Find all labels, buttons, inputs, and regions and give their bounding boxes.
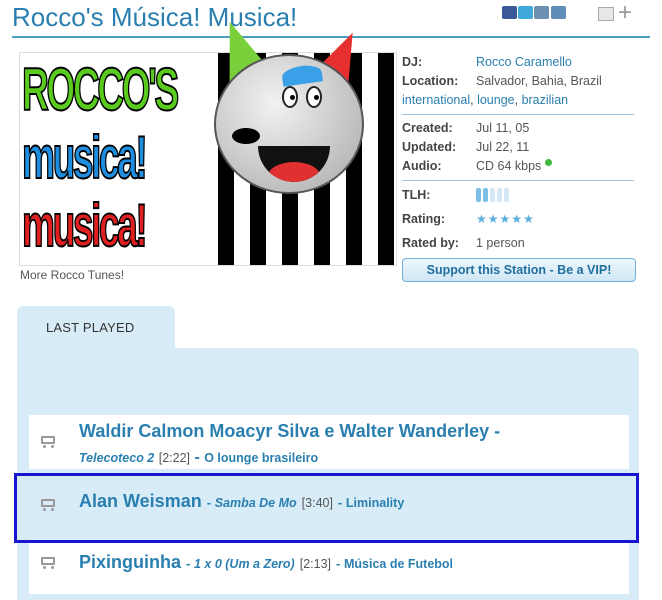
cart-icon[interactable] <box>39 556 55 569</box>
updated-row: Updated: Jul 22, 11 <box>402 140 529 154</box>
audio-row: Audio: CD 64 kbps <box>402 159 553 173</box>
audio-value: CD 64 kbps <box>476 159 542 173</box>
rating-label: Rating: <box>402 212 446 226</box>
tab-last-played-label: LAST PLAYED <box>46 320 135 335</box>
location-row: Location: Salvador, Bahia, Brazil <box>402 74 602 88</box>
tlh-meter <box>476 188 509 202</box>
location-label: Location: <box>402 74 459 88</box>
track-album[interactable]: Música de Futebol <box>344 557 453 571</box>
twitter-icon[interactable] <box>518 6 533 19</box>
cat-eye-left <box>282 86 298 108</box>
track-duration: [2:22] <box>158 451 190 465</box>
updated-label: Updated: <box>402 140 457 154</box>
dj-link[interactable]: Rocco Caramello <box>476 55 572 69</box>
artwork-line-1: ROCCO'S <box>21 56 179 124</box>
track-row[interactable]: Pixinguinha - 1 x 0 (Um a Zero) [2:13] -… <box>29 540 629 594</box>
updated-value: Jul 22, 11 <box>476 140 530 154</box>
artwork-text-panel: ROCCO'S musica! musica! <box>20 53 218 265</box>
created-label: Created: <box>402 121 453 135</box>
rated-by-row: Rated by: 1 person <box>402 236 525 250</box>
rated-by-label: Rated by: <box>402 236 459 250</box>
tag-brazilian[interactable]: brazilian <box>522 93 569 107</box>
artwork-line-3: musica! <box>21 192 148 260</box>
track-song[interactable]: 1 x 0 (Um a Zero) <box>194 557 295 571</box>
track-song[interactable]: Telecoteco 2 <box>79 451 154 465</box>
artwork-line-2: musica! <box>21 124 148 192</box>
cart-icon[interactable] <box>39 435 55 448</box>
dj-label: DJ: <box>402 55 423 69</box>
tag-international[interactable]: international <box>402 93 470 107</box>
audio-label: Audio: <box>402 159 442 173</box>
divider <box>402 114 634 115</box>
track-duration: [2:13] <box>299 557 332 571</box>
support-vip-button[interactable]: Support this Station - Be a VIP! <box>402 258 636 282</box>
cat-eye-right <box>306 86 322 108</box>
track-row[interactable]: Waldir Calmon Moacyr Silva e Walter Wand… <box>29 415 629 469</box>
minimize-icon[interactable] <box>598 7 614 21</box>
plus-icon[interactable]: + <box>618 0 632 26</box>
tlh-label: TLH: <box>402 188 431 202</box>
tags-row: international, lounge, brazilian <box>402 93 569 107</box>
tab-last-played[interactable]: LAST PLAYED <box>17 306 175 350</box>
gear-icon[interactable] <box>551 6 566 19</box>
status-dot-icon <box>545 159 553 166</box>
location-value: Salvador, Bahia, Brazil <box>476 74 602 88</box>
track-album[interactable]: O lounge brasileiro <box>204 451 318 465</box>
rating-stars-icon[interactable]: ★ ★ ★ ★ ★ <box>476 212 534 226</box>
created-row: Created: Jul 11, 05 <box>402 121 529 135</box>
rating-row: Rating: ★ ★ ★ ★ ★ <box>402 212 534 226</box>
cat-mouth <box>258 146 330 182</box>
dj-row: DJ: Rocco Caramello <box>402 55 572 69</box>
rated-by-value: 1 person <box>476 236 525 250</box>
divider <box>402 180 634 181</box>
cat-nose <box>232 128 260 144</box>
created-value: Jul 11, 05 <box>476 121 530 135</box>
track-artist[interactable]: Pixinguinha <box>79 552 181 572</box>
email-icon[interactable] <box>534 6 549 19</box>
facebook-icon[interactable] <box>502 6 517 19</box>
selection-highlight <box>14 473 639 543</box>
share-bar <box>502 6 566 19</box>
track-artist[interactable]: Waldir Calmon Moacyr Silva e Walter Wand… <box>79 421 489 441</box>
tlh-row: TLH: <box>402 188 509 202</box>
tag-lounge[interactable]: lounge <box>477 93 515 107</box>
artwork-caption[interactable]: More Rocco Tunes! <box>20 268 124 282</box>
